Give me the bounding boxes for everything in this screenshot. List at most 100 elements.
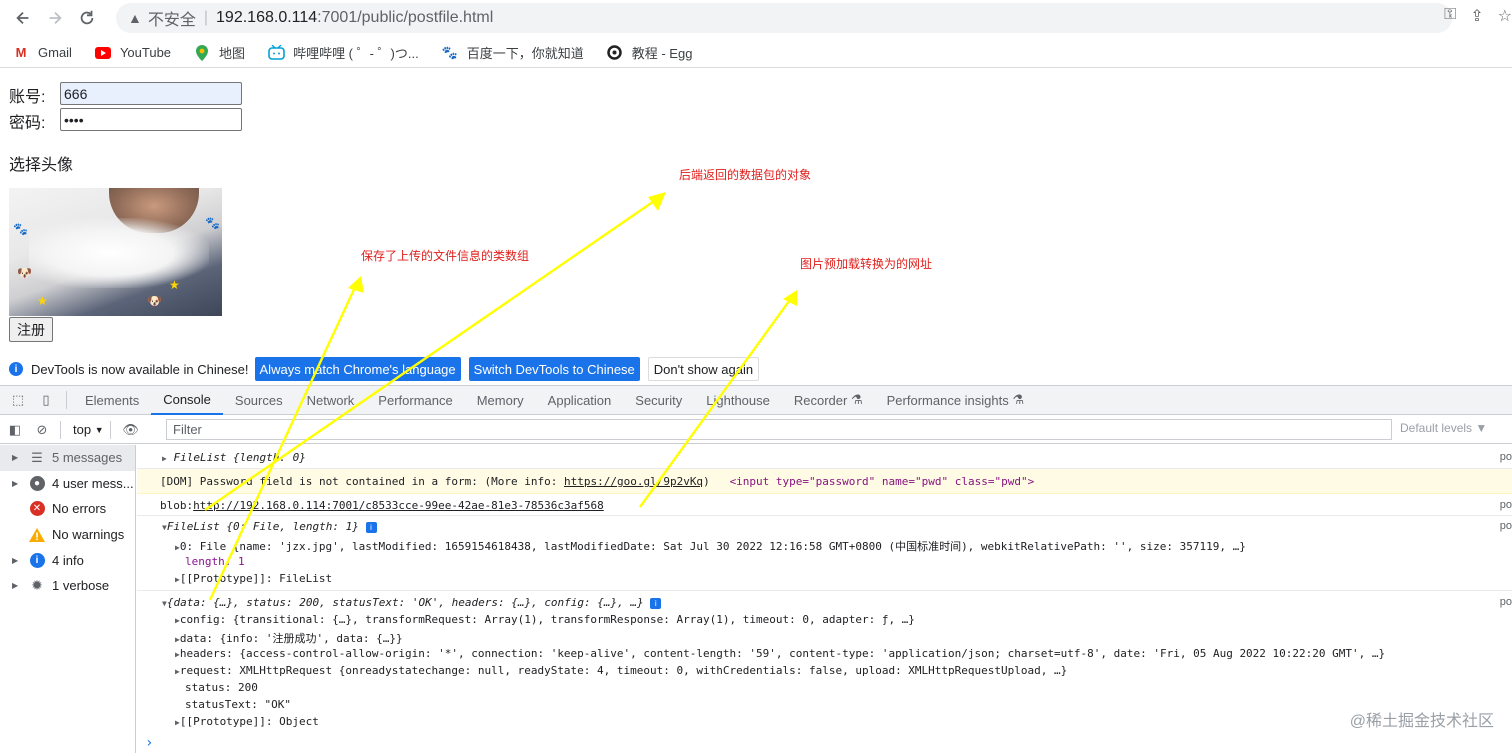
bookmark-bilibili[interactable]: 哔哩哔哩 ( ゜- ゜)つ... xyxy=(267,43,419,62)
banner-message: DevTools is now available in Chinese! xyxy=(31,361,249,377)
user-icon: ● xyxy=(26,475,48,491)
dont-show-button[interactable]: Don't show again xyxy=(647,357,760,381)
source-link[interactable]: po xyxy=(1500,451,1512,463)
forward-icon[interactable] xyxy=(42,5,68,31)
share-icon[interactable]: ⇪ xyxy=(1470,6,1483,26)
expand-icon: ▶ xyxy=(12,555,19,565)
browser-toolbar: ▲ 不安全 | 192.168.0.114:7001/public/postfi… xyxy=(0,0,1512,36)
bookmark-egg[interactable]: 教程 - Egg xyxy=(606,43,693,62)
clear-console-icon[interactable]: ⊘ xyxy=(30,422,54,438)
console-prompt[interactable]: › xyxy=(145,735,153,751)
tab-label: Performance insights xyxy=(886,392,1009,408)
sidebar-item-errors[interactable]: ✕ No errors xyxy=(0,496,135,522)
tab-sources[interactable]: Sources xyxy=(223,386,295,415)
bug-icon: ✹ xyxy=(31,577,43,594)
console-message-blob[interactable]: blob:http://192.168.0.114:7001/c8533cce-… xyxy=(137,494,1512,516)
sticker-icon: 🐾 xyxy=(13,222,28,236)
address-bar[interactable]: ▲ 不安全 | 192.168.0.114:7001/public/postfi… xyxy=(116,3,1452,33)
screen: ▲ 不安全 | 192.168.0.114:7001/public/postfi… xyxy=(0,0,1512,753)
sidebar-toggle-icon[interactable]: ◧ xyxy=(0,422,30,438)
info-badge-icon: i xyxy=(365,522,377,533)
object-prop: config: {transitional: {…}, transformReq… xyxy=(179,613,915,626)
tab-console[interactable]: Console xyxy=(151,386,223,415)
log-levels-select[interactable]: Default levels ▼ xyxy=(1400,421,1487,435)
eye-icon[interactable]: 👁 xyxy=(117,422,145,438)
sidebar-item-warnings[interactable]: No warnings xyxy=(0,522,135,548)
reload-icon[interactable] xyxy=(74,5,100,31)
log-text: [DOM] Password field is not contained in… xyxy=(160,475,564,488)
expand-icon: ▶ xyxy=(12,453,19,463)
info-icon: i xyxy=(9,362,23,376)
source-link[interactable]: po xyxy=(1500,499,1512,511)
console-message-dom-warning[interactable]: [DOM] Password field is not contained in… xyxy=(137,469,1512,494)
bookmark-baidu[interactable]: 🐾 百度一下，你就知道 xyxy=(441,43,584,62)
star-icon[interactable]: ☆ xyxy=(1498,6,1512,26)
match-language-button[interactable]: Always match Chrome's language xyxy=(254,357,461,381)
avatar-label: 选择头像 xyxy=(9,157,74,174)
context-label: top xyxy=(73,422,92,437)
more-info-link[interactable]: https://goo.gl/9p2vKq xyxy=(564,475,703,488)
flask-icon: ⚗ xyxy=(850,392,863,407)
sidebar-item-label: 4 user mess... xyxy=(52,475,134,491)
blob-url-link[interactable]: http://192.168.0.114:7001/c8533cce-99ee-… xyxy=(193,499,604,512)
star-sticker-icon: ★ xyxy=(169,278,180,292)
tab-performance-insights[interactable]: Performance insights ⚗ xyxy=(875,386,1036,415)
info-icon: i xyxy=(26,552,48,568)
dropdown-icon: ▼ xyxy=(94,424,104,435)
object-prop: status: 200 xyxy=(185,681,258,694)
object-prop: length: 1 xyxy=(185,555,245,568)
key-icon[interactable]: ⚿ xyxy=(1444,6,1456,26)
sticker-icon: 🐶 xyxy=(147,294,162,308)
tab-label: Recorder xyxy=(793,392,848,408)
tab-memory[interactable]: Memory xyxy=(465,386,536,415)
account-input[interactable]: 666 xyxy=(60,82,242,105)
console-message-filelist-empty[interactable]: ▶ FileList {length: 0} po xyxy=(137,445,1512,469)
flask-icon: ⚗ xyxy=(1012,392,1025,407)
console-message-response[interactable]: ▼{data: {…}, status: 200, statusText: 'O… xyxy=(137,591,1512,731)
sidebar-item-info[interactable]: ▶ i 4 info xyxy=(0,547,135,573)
back-icon[interactable] xyxy=(10,5,36,31)
expand-icon: ▶ xyxy=(12,478,19,488)
console-message-filelist[interactable]: ▼FileList {0: File, length: 1} i ▶0: Fil… xyxy=(137,516,1512,591)
sidebar-item-user-messages[interactable]: ▶ ● 4 user mess... xyxy=(0,471,135,497)
tab-network[interactable]: Network xyxy=(295,386,367,415)
tab-recorder[interactable]: Recorder ⚗ xyxy=(782,386,875,415)
security-label: 不安全 xyxy=(147,12,196,29)
toolbar-actions: ⚿ ⇪ ☆ xyxy=(1444,6,1512,26)
bookmark-gmail[interactable]: M Gmail xyxy=(12,45,72,61)
log-text: ) xyxy=(703,475,710,488)
register-button[interactable]: 注册 xyxy=(9,317,53,342)
bookmark-label: Gmail xyxy=(38,45,72,60)
url-host: 192.168.0.114 xyxy=(216,9,318,26)
element-ref[interactable]: <input type="password" name="pwd" class=… xyxy=(730,475,1035,488)
bookmark-maps[interactable]: 地图 xyxy=(193,43,245,62)
filter-input[interactable]: Filter xyxy=(166,419,1392,440)
tab-lighthouse[interactable]: Lighthouse xyxy=(694,386,782,415)
tab-security[interactable]: Security xyxy=(623,386,694,415)
object-prop: data: {info: '注册成功', data: {…}} xyxy=(179,632,403,645)
sidebar-item-label: 5 messages xyxy=(52,450,123,466)
console-sidebar: ▶ ☰ 5 messages ▶ ● 4 user mess... ✕ No e… xyxy=(0,445,136,753)
maps-icon xyxy=(193,44,211,61)
divider xyxy=(66,391,67,409)
sidebar-item-messages[interactable]: ▶ ☰ 5 messages xyxy=(0,445,135,471)
bookmark-youtube[interactable]: YouTube xyxy=(94,45,171,61)
tab-elements[interactable]: Elements xyxy=(73,386,151,415)
watermark: @稀土掘金技术社区 xyxy=(1349,713,1494,730)
egg-icon xyxy=(606,45,624,61)
source-link[interactable]: po xyxy=(1500,596,1512,608)
inspect-element-icon[interactable]: ⬚ xyxy=(4,392,32,408)
switch-chinese-button[interactable]: Switch DevTools to Chinese xyxy=(468,357,640,381)
gmail-icon: M xyxy=(15,45,27,60)
bookmark-label: YouTube xyxy=(119,45,172,60)
tab-application[interactable]: Application xyxy=(536,386,624,415)
bookmark-label: 教程 - Egg xyxy=(631,46,693,61)
tab-performance[interactable]: Performance xyxy=(366,386,464,415)
device-toolbar-icon[interactable]: ▯ xyxy=(32,392,60,408)
source-link[interactable]: po xyxy=(1500,520,1512,532)
password-input[interactable]: •••• xyxy=(60,108,242,131)
divider xyxy=(109,420,111,439)
sidebar-item-verbose[interactable]: ▶ ✹ 1 verbose xyxy=(0,573,135,599)
object-prop: request: XMLHttpRequest {onreadystatecha… xyxy=(179,664,1068,677)
context-selector[interactable]: top ▼ xyxy=(73,422,104,437)
